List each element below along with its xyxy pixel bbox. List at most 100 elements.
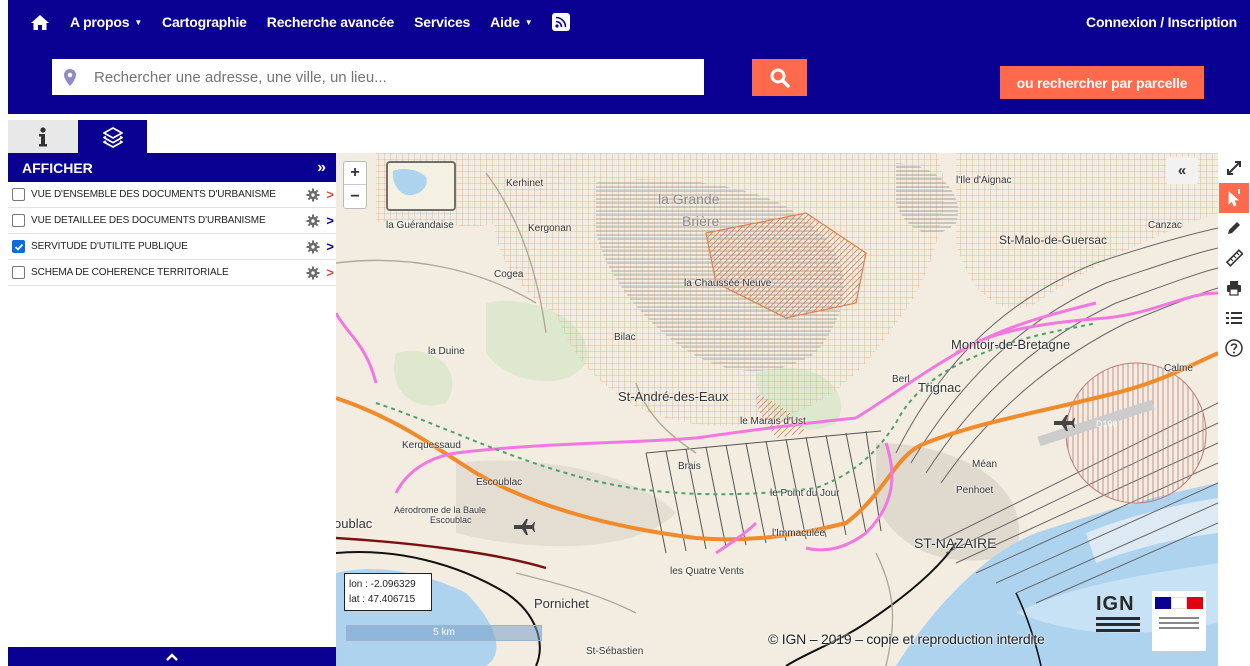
map-view[interactable]: Kerhinet l'Ile d'Aignac la Grande Brière… xyxy=(336,153,1218,666)
map-road-label: D100 xyxy=(1096,419,1118,429)
map-place-label: Kerquessaud xyxy=(402,440,461,451)
layers-panel: AFFICHER » VUE D'ENSEMBLE DES DOCUMENTS … xyxy=(8,153,336,666)
map-place-label: Montoir-de-Bretagne xyxy=(951,337,1071,352)
map-place-label: Brière xyxy=(682,213,720,229)
nav-services[interactable]: Services xyxy=(414,14,470,30)
layer-label: SERVITUDE D'UTILITE PUBLIQUE xyxy=(31,241,188,252)
map-place-label: le Marais d'Ust xyxy=(740,416,806,427)
map-place-label: Berl xyxy=(892,374,910,385)
scale-bar: 5 km xyxy=(346,625,542,641)
chevron-right-icon[interactable]: > xyxy=(326,265,334,280)
map-place-label: l'Ile d'Aignac xyxy=(956,175,1012,186)
checkmark-icon xyxy=(14,243,23,251)
gear-icon[interactable] xyxy=(306,240,320,254)
layer-checkbox[interactable] xyxy=(12,266,25,279)
caret-down-icon: ▼ xyxy=(524,17,533,27)
map-place-label: St-André-des-Eaux xyxy=(618,389,729,404)
map-place-label: la Duine xyxy=(428,346,465,357)
fullscreen-icon[interactable] xyxy=(1219,153,1249,183)
zoom-in-button[interactable]: + xyxy=(344,162,366,185)
map-place-label: Canzac xyxy=(1148,220,1182,231)
lat-readout: lat : 47.406715 xyxy=(349,594,416,605)
panel-title: AFFICHER xyxy=(22,159,93,176)
map-pin-icon xyxy=(64,68,76,86)
layers-icon xyxy=(102,126,123,148)
help-icon[interactable] xyxy=(1219,333,1249,363)
layer-checkbox[interactable] xyxy=(12,188,25,201)
layer-label: VUE D'ENSEMBLE DES DOCUMENTS D'URBANISME xyxy=(31,189,276,200)
map-place-label: Pornichet xyxy=(534,596,589,611)
home-icon[interactable] xyxy=(30,14,50,31)
info-cursor-icon[interactable] xyxy=(1219,183,1249,213)
map-place-label: l'Immaculée xyxy=(772,528,826,539)
address-search xyxy=(52,59,704,95)
map-place-label: Aérodrome de la Baule xyxy=(394,505,487,515)
overview-map[interactable] xyxy=(386,161,456,211)
chevron-right-icon[interactable]: > xyxy=(326,187,334,202)
gear-icon[interactable] xyxy=(306,266,320,280)
layer-label: SCHEMA DE COHERENCE TERRITORIALE xyxy=(31,267,229,278)
nav-recherche-avancee[interactable]: Recherche avancée xyxy=(267,14,395,30)
map-place-label: St-Sébastien xyxy=(586,646,644,657)
layer-label: VUE DETAILLEE DES DOCUMENTS D'URBANISME xyxy=(31,215,266,226)
map-place-label: Bilac xyxy=(614,332,636,343)
nav-aide[interactable]: Aide ▼ xyxy=(490,14,532,30)
ministry-logo xyxy=(1152,591,1206,651)
tab-info[interactable] xyxy=(8,120,78,153)
top-header: A propos ▼ Cartographie Recherche avancée… xyxy=(8,0,1250,114)
map-place-label: Penhoet xyxy=(956,485,994,496)
parcel-search-button[interactable]: ou rechercher par parcelle xyxy=(1000,66,1204,99)
overview-toggle-icon[interactable]: « xyxy=(1166,157,1198,184)
layer-checkbox[interactable] xyxy=(12,240,25,253)
layer-row[interactable]: SERVITUDE D'UTILITE PUBLIQUE > xyxy=(8,234,336,260)
layer-row[interactable]: VUE D'ENSEMBLE DES DOCUMENTS D'URBANISME… xyxy=(8,182,336,208)
collapse-panel-icon[interactable]: » xyxy=(317,159,326,177)
rss-icon[interactable] xyxy=(552,13,571,31)
map-place-label: la Chaussée Neuve xyxy=(684,278,772,289)
search-button[interactable] xyxy=(752,59,807,96)
map-place-label: Escoublac xyxy=(430,515,472,525)
search-icon xyxy=(770,68,790,88)
map-place-label: Méan xyxy=(972,459,998,470)
layer-row[interactable]: VUE DETAILLEE DES DOCUMENTS D'URBANISME … xyxy=(8,208,336,234)
map-place-label: oublac xyxy=(336,516,373,531)
map-place-label: ST-NAZAIRE xyxy=(914,535,997,551)
map-place-label: Kerhinet xyxy=(506,178,544,189)
map-place-label: Brais xyxy=(678,461,701,472)
zoom-control: + − xyxy=(343,161,367,209)
ruler-icon[interactable] xyxy=(1219,243,1249,273)
zoom-out-button[interactable]: − xyxy=(344,185,366,208)
map-place-label: Kergonan xyxy=(528,223,572,234)
list-icon[interactable] xyxy=(1219,303,1249,333)
ign-logo: IGN xyxy=(1096,593,1146,653)
chevron-right-icon[interactable]: > xyxy=(326,239,334,254)
chevron-up-icon xyxy=(166,652,178,661)
main-nav: A propos ▼ Cartographie Recherche avancée… xyxy=(30,8,571,36)
map-copyright: © IGN – 2019 – copie et reproduction int… xyxy=(768,631,1045,647)
address-search-input[interactable] xyxy=(94,68,674,86)
print-icon[interactable] xyxy=(1219,273,1249,303)
chevron-right-icon[interactable]: > xyxy=(326,213,334,228)
layer-checkbox[interactable] xyxy=(12,214,25,227)
nav-a-propos[interactable]: A propos ▼ xyxy=(70,14,142,30)
caret-down-icon: ▼ xyxy=(134,17,143,27)
info-icon xyxy=(39,126,47,146)
tab-layers[interactable] xyxy=(78,120,147,153)
map-place-label: les Quatre Vents xyxy=(670,566,744,577)
nav-cartographie[interactable]: Cartographie xyxy=(162,14,247,30)
map-place-label: la Guérandaise xyxy=(386,220,454,231)
panel-footer-toggle[interactable] xyxy=(8,647,336,666)
map-place-label: le Point du Jour xyxy=(770,488,840,499)
map-place-label: Escoublac xyxy=(476,477,523,488)
layer-row[interactable]: SCHEMA DE COHERENCE TERRITORIALE > xyxy=(8,260,336,286)
coordinates-readout: lon : -2.096329 lat : 47.406715 xyxy=(344,573,432,611)
gear-icon[interactable] xyxy=(306,188,320,202)
pencil-icon[interactable] xyxy=(1219,213,1249,243)
login-link[interactable]: Connexion / Inscription xyxy=(1086,14,1237,30)
map-toolbar xyxy=(1218,153,1250,666)
panel-header: AFFICHER » xyxy=(8,153,336,182)
map-place-label: Cogea xyxy=(494,269,524,280)
gear-icon[interactable] xyxy=(306,214,320,228)
map-place-label: Trignac xyxy=(918,380,961,395)
map-place-label: la Grande xyxy=(658,191,720,207)
